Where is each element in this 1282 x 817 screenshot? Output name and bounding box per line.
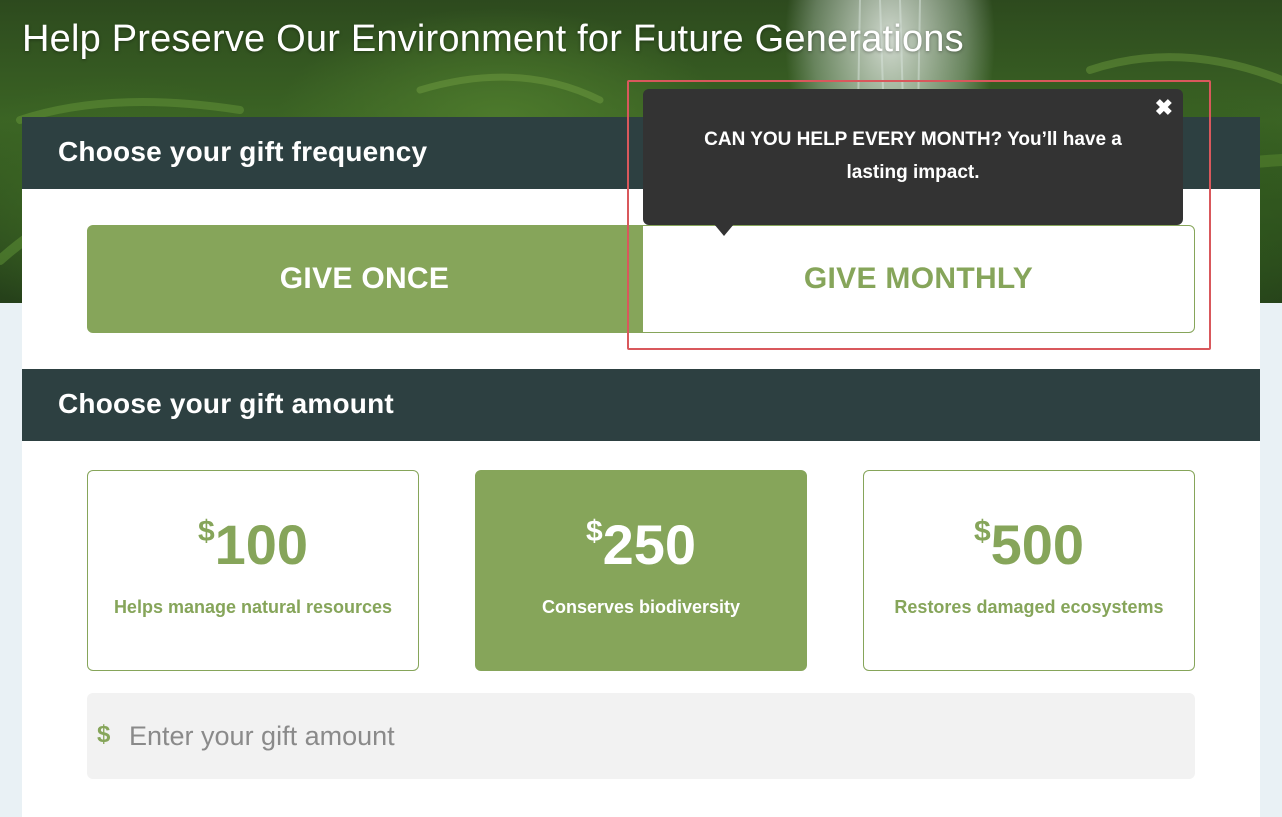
give-once-button[interactable]: GIVE ONCE (87, 225, 642, 333)
amount-description: Restores damaged ecosystems (894, 597, 1164, 617)
amount-option-500[interactable]: $500 Restores damaged ecosystems (863, 470, 1195, 671)
amount-heading: Choose your gift amount (58, 388, 394, 419)
amount-number: 500 (990, 513, 1085, 576)
amount-value: $500 (864, 513, 1194, 577)
currency-symbol: $ (197, 515, 215, 548)
amount-description: Conserves biodiversity (541, 597, 741, 617)
amount-number: 250 (602, 513, 697, 576)
amount-section-header: Choose your gift amount (22, 369, 1260, 441)
custom-amount-field[interactable]: $ (87, 693, 1195, 779)
close-icon[interactable]: ✖ (1155, 95, 1173, 121)
amount-value: $100 (88, 513, 418, 577)
amount-description: Helps manage natural resources (113, 597, 393, 617)
frequency-heading: Choose your gift frequency (58, 136, 428, 167)
amount-option-250[interactable]: $250 Conserves biodiversity (475, 470, 807, 671)
dollar-prefix: $ (97, 721, 111, 748)
custom-amount-input[interactable] (127, 707, 1171, 765)
tooltip-arrow (714, 224, 734, 236)
amount-number: 100 (214, 513, 309, 576)
page-title: Help Preserve Our Environment for Future… (22, 18, 964, 60)
tooltip-text: CAN YOU HELP EVERY MONTH? You’ll have a … (704, 129, 1122, 183)
amount-value: $250 (476, 513, 806, 577)
currency-symbol: $ (973, 515, 991, 548)
currency-symbol: $ (585, 515, 603, 548)
amount-option-100[interactable]: $100 Helps manage natural resources (87, 470, 419, 671)
monthly-tooltip: CAN YOU HELP EVERY MONTH? You’ll have a … (643, 89, 1183, 225)
